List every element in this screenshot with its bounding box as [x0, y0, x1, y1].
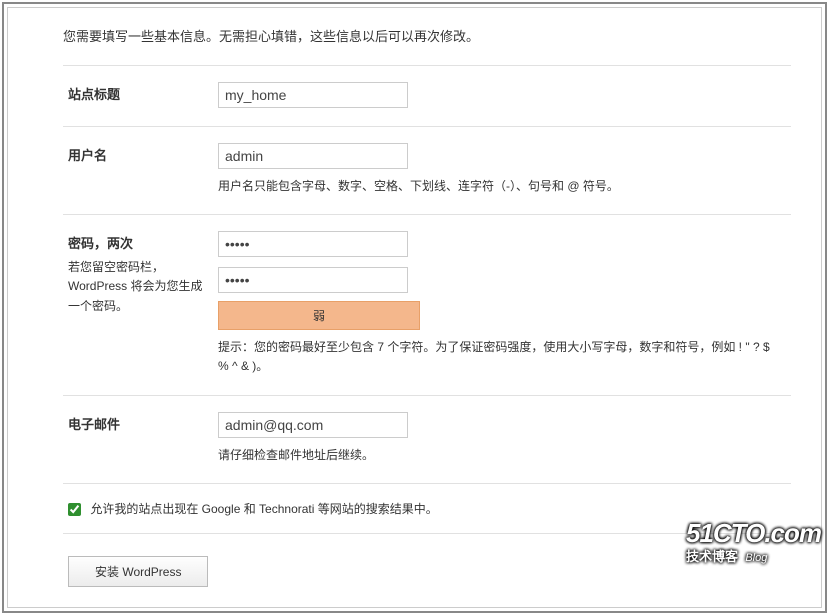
- search-visibility-checkbox[interactable]: [68, 503, 81, 516]
- password-sub: 若您留空密码栏，WordPress 将会为您生成一个密码。: [68, 258, 208, 316]
- email-input[interactable]: [218, 412, 408, 438]
- password-input-1[interactable]: [218, 231, 408, 257]
- install-form: 站点标题 用户名 用户名只能包含字母、数字、空格、下划线、连字符（-）、句号和 …: [63, 65, 791, 483]
- search-visibility-text: 允许我的站点出现在 Google 和 Technorati 等网站的搜索结果中。: [90, 502, 437, 516]
- username-input[interactable]: [218, 143, 408, 169]
- search-visibility-label[interactable]: 允许我的站点出现在 Google 和 Technorati 等网站的搜索结果中。: [68, 502, 438, 516]
- email-label: 电子邮件: [68, 417, 120, 432]
- site-title-input[interactable]: [218, 82, 408, 108]
- install-button[interactable]: 安装 WordPress: [68, 556, 208, 587]
- password-input-2[interactable]: [218, 267, 408, 293]
- brand-logo: 51CTO.com: [686, 520, 821, 546]
- email-description: 请仔细检查邮件地址后继续。: [218, 446, 781, 465]
- branding: 51CTO.com 技术博客 Blog: [686, 520, 821, 565]
- intro-text: 您需要填写一些基本信息。无需担心填错，这些信息以后可以再次修改。: [63, 18, 791, 65]
- password-label: 密码，两次: [68, 236, 133, 251]
- brand-blog: Blog: [745, 552, 767, 564]
- site-title-label: 站点标题: [68, 87, 120, 102]
- brand-tagline: 技术博客: [686, 549, 738, 564]
- username-label: 用户名: [68, 148, 107, 163]
- password-hint: 提示：您的密码最好至少包含 7 个字符。为了保证密码强度，使用大小写字母，数字和…: [218, 338, 781, 376]
- password-strength: 弱: [218, 301, 420, 330]
- username-description: 用户名只能包含字母、数字、空格、下划线、连字符（-）、句号和 @ 符号。: [218, 177, 781, 196]
